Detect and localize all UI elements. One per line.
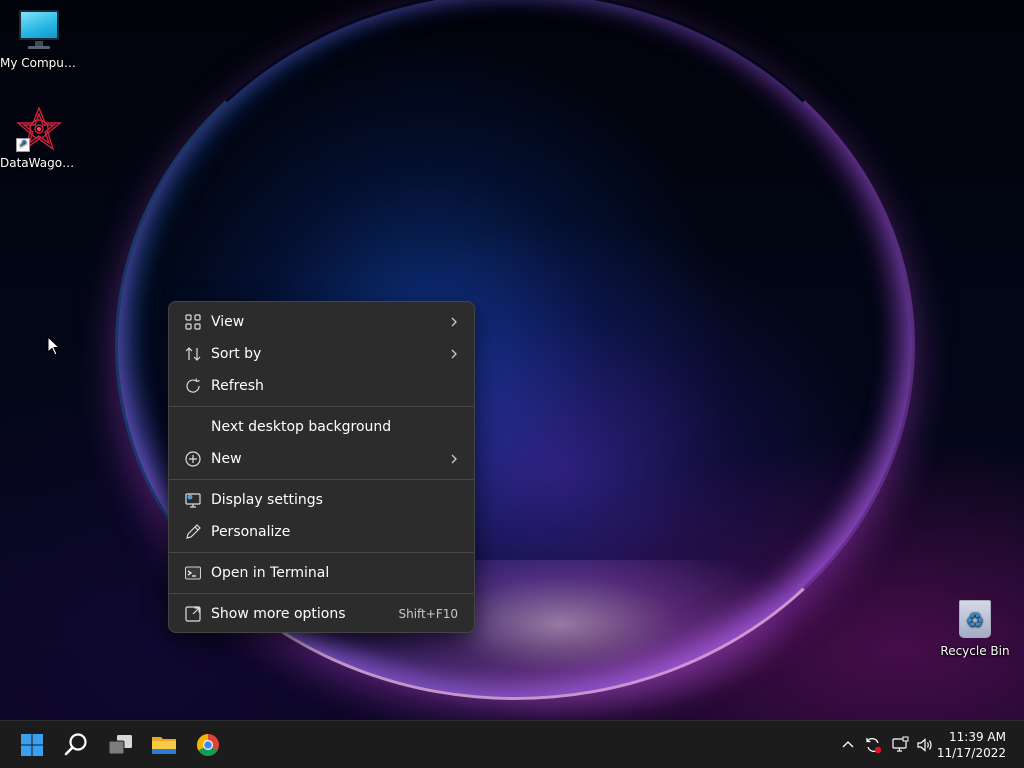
monitor-icon [17, 10, 61, 52]
shortcut-arrow-icon: ↗ [16, 138, 30, 152]
pen-icon [184, 523, 202, 541]
menu-item-sort-by[interactable]: Sort by [173, 338, 470, 370]
menu-item-label: Sort by [211, 346, 262, 362]
start-button[interactable] [12, 725, 52, 765]
menu-item-next-desktop-background[interactable]: Next desktop background [173, 411, 470, 443]
search-button[interactable] [56, 725, 96, 765]
desktop-background[interactable]: My Computer ↗ DataWagon... ♻ Recycle Bin [0, 0, 1024, 720]
desktop-icon-label: My Computer [0, 56, 78, 70]
sync-icon[interactable] [863, 735, 883, 755]
network-icon[interactable] [890, 735, 910, 755]
chevron-up-icon[interactable] [841, 738, 855, 752]
search-icon [64, 733, 87, 756]
menu-item-new[interactable]: New [173, 443, 470, 475]
desktop-icon-label: DataWagon... [0, 156, 78, 170]
clock-date: 11/17/2022 [936, 746, 1006, 760]
desktop-icon-my-computer[interactable]: My Computer [0, 10, 78, 70]
menu-separator [169, 552, 474, 553]
menu-separator [169, 593, 474, 594]
desktop-icon-recycle-bin[interactable]: ♻ Recycle Bin [936, 596, 1014, 658]
folder-icon [152, 737, 176, 754]
terminal-icon [184, 564, 202, 582]
recycle-bin-icon: ♻ [955, 596, 995, 640]
menu-item-label: Refresh [211, 378, 264, 394]
sort-arrows-icon [184, 345, 202, 363]
chrome-button[interactable] [188, 725, 228, 765]
menu-item-display-settings[interactable]: Display settings [173, 484, 470, 516]
menu-item-refresh[interactable]: Refresh [173, 370, 470, 402]
menu-item-show-more-options[interactable]: Show more options Shift+F10 [173, 598, 470, 630]
task-view-button[interactable] [100, 725, 140, 765]
desktop-context-menu: View Sort by Refresh Next desktop backgr… [168, 301, 475, 633]
taskbar: 11:39 AM 11/17/2022 [0, 720, 1024, 768]
menu-item-label: Open in Terminal [211, 565, 330, 581]
menu-item-view[interactable]: View [173, 306, 470, 338]
chrome-icon [197, 734, 219, 756]
keyboard-shortcut-label: Shift+F10 [398, 607, 458, 621]
menu-item-label: Display settings [211, 492, 323, 508]
menu-separator [169, 406, 474, 407]
menu-item-personalize[interactable]: Personalize [173, 516, 470, 548]
volume-icon[interactable] [915, 735, 935, 755]
windows-start-icon [21, 734, 43, 756]
task-view-icon [108, 735, 132, 755]
menu-item-open-in-terminal[interactable]: Open in Terminal [173, 557, 470, 589]
datawagon-logo-icon: ↗ [16, 106, 62, 152]
refresh-icon [184, 377, 202, 395]
mouse-cursor-icon [47, 336, 61, 356]
menu-item-label: Show more options [211, 606, 346, 622]
menu-item-label: Personalize [211, 524, 291, 540]
desktop-icon-label: Recycle Bin [940, 644, 1010, 658]
display-settings-icon [184, 491, 202, 509]
menu-separator [169, 479, 474, 480]
menu-item-label: View [211, 314, 245, 330]
plus-circle-icon [184, 450, 202, 468]
chevron-right-icon [451, 454, 457, 464]
desktop-icon-datawagon[interactable]: ↗ DataWagon... [0, 106, 78, 170]
grid-view-icon [184, 313, 202, 331]
taskbar-clock[interactable]: 11:39 AM 11/17/2022 [937, 729, 1006, 761]
expand-icon [184, 605, 202, 623]
chevron-right-icon [451, 317, 457, 327]
menu-item-label: Next desktop background [211, 419, 392, 435]
clock-time: 11:39 AM [949, 730, 1006, 744]
file-explorer-button[interactable] [144, 725, 184, 765]
chevron-right-icon [451, 349, 457, 359]
menu-item-label: New [211, 451, 242, 467]
